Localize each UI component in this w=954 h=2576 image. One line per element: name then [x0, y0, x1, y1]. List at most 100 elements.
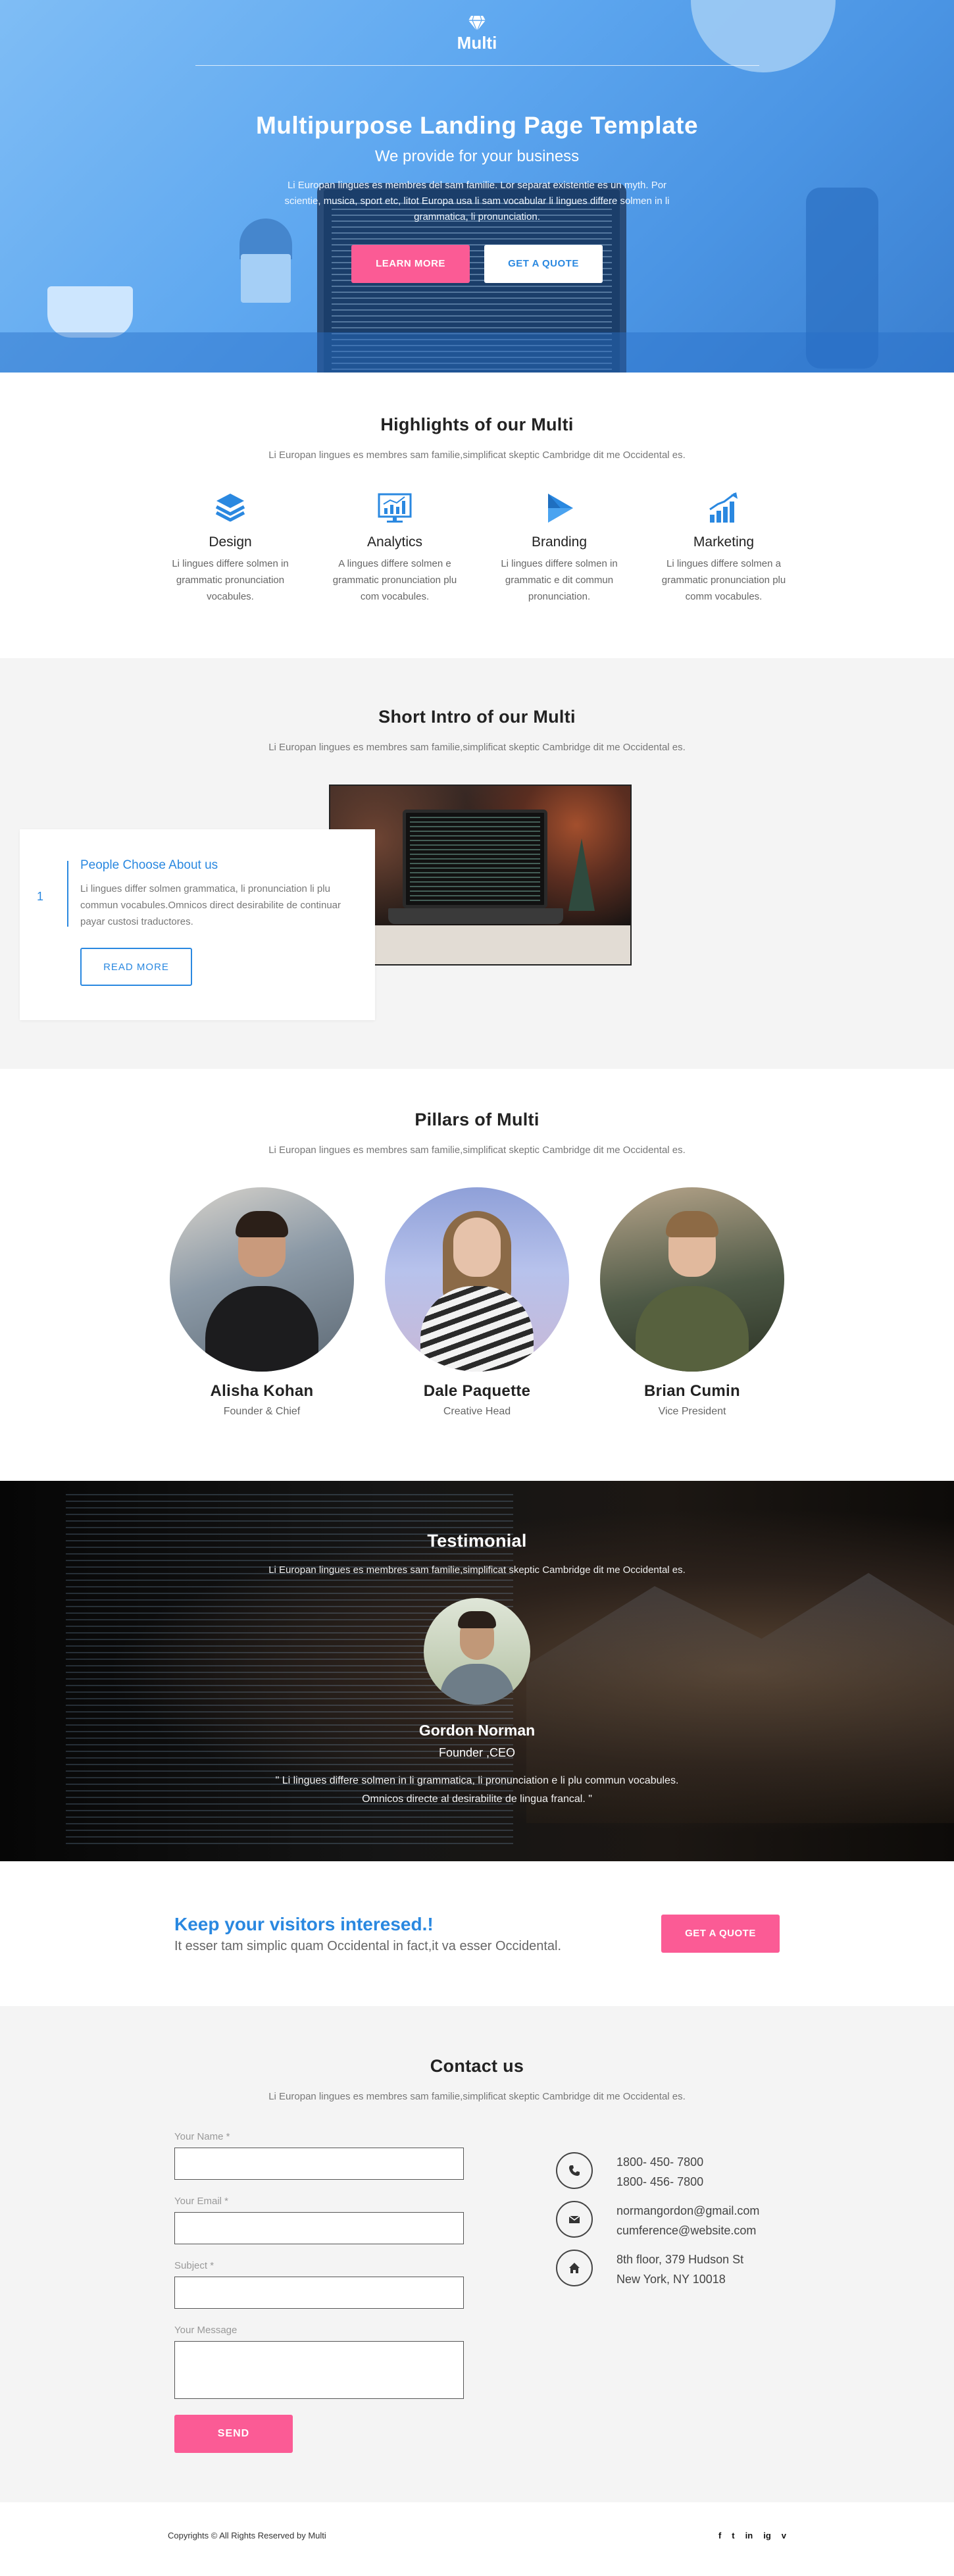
- name-field[interactable]: [174, 2148, 464, 2180]
- feature-title: Design: [209, 534, 252, 550]
- footer: Copyrights © All Rights Reserved by Mult…: [0, 2502, 954, 2568]
- cta-section: Keep your visitors interesed.! It esser …: [0, 1861, 954, 2006]
- intro-subtitle: Li Europan lingues es membres sam famili…: [268, 742, 686, 753]
- subject-field[interactable]: [174, 2277, 464, 2309]
- testimonial-subtitle: Li Europan lingues es membres sam famili…: [268, 1564, 686, 1576]
- testimonial-quote: " Li lingues differe solmen in li gramma…: [275, 1775, 679, 1805]
- contact-subtitle: Li Europan lingues es membres sam famili…: [268, 2091, 686, 2102]
- features-list: Design Li lingues differe solmen in gram…: [148, 491, 806, 605]
- testimonial-title: Testimonial: [427, 1531, 527, 1551]
- send-button[interactable]: SEND: [174, 2415, 293, 2453]
- contact-section: Contact us Li Europan lingues es membres…: [0, 2006, 954, 2502]
- feature-text: A lingues differe solmen e grammatic pro…: [332, 558, 457, 602]
- feature-analytics: Analytics A lingues differe solmen e gra…: [313, 491, 477, 605]
- address-line: 8th floor, 379 Hudson St: [616, 2253, 744, 2266]
- member-name: Dale Paquette: [423, 1382, 531, 1400]
- team-member: Alisha Kohan Founder & Chief: [170, 1187, 354, 1418]
- feature-marketing: Marketing Li lingues differe solmen a gr…: [641, 491, 806, 605]
- cta-title: Keep your visitors interesed.!: [174, 1913, 434, 1934]
- instagram-icon[interactable]: ig: [763, 2531, 771, 2540]
- vimeo-icon[interactable]: v: [782, 2531, 786, 2540]
- member-role: Creative Head: [443, 1406, 511, 1417]
- feature-title: Branding: [531, 534, 588, 550]
- hero-title: Multipurpose Landing Page Template: [255, 112, 699, 139]
- feature-text: Li lingues differe solmen in grammatic e…: [501, 558, 618, 602]
- team-list: Alisha Kohan Founder & Chief Dale Paquet…: [0, 1187, 954, 1418]
- member-role: Founder & Chief: [223, 1406, 301, 1417]
- contact-title: Contact us: [430, 2056, 524, 2076]
- testimonial-role: Founder ,CEO: [438, 1746, 516, 1759]
- growth-bars-icon: [709, 492, 738, 523]
- phone-icon: [556, 2152, 593, 2189]
- avatar: [385, 1187, 569, 1372]
- header-divider: [195, 65, 759, 66]
- email-address[interactable]: normangordon@gmail.com: [616, 2201, 759, 2221]
- feature-design: Design Li lingues differe solmen in gram…: [148, 491, 313, 605]
- intro-card-text: Li lingues differ solmen grammatica, li …: [80, 883, 341, 927]
- get-quote-button[interactable]: Get A Quote: [484, 245, 603, 283]
- member-name: Alisha Kohan: [210, 1382, 314, 1400]
- facebook-icon[interactable]: f: [718, 2531, 721, 2540]
- feature-text: Li lingues differe solmen in grammatic p…: [172, 558, 289, 602]
- brand-name: Multi: [457, 33, 497, 53]
- contact-info: 1800- 450- 7800 1800- 456- 7800 normango…: [556, 2131, 780, 2453]
- team-member: Dale Paquette Creative Head: [385, 1187, 569, 1418]
- feature-title: Analytics: [366, 534, 423, 550]
- intro-content: 1 People Choose About us Li lingues diff…: [20, 785, 786, 1048]
- testimonial-section: Testimonial Li Europan lingues es membre…: [0, 1481, 954, 1861]
- message-label: Your Message: [174, 2325, 238, 2336]
- intro-card-title: People Choose About us: [80, 858, 218, 872]
- intro-step-number: 1: [37, 890, 44, 903]
- email-label: Your Email *: [174, 2196, 228, 2207]
- hero-section: Multi Multipurpose Landing Page Template…: [0, 0, 954, 373]
- cta-text-block: Keep your visitors interesed.! It esser …: [174, 1914, 561, 1954]
- highlights-section: Highlights of our Multi Li Europan lingu…: [0, 373, 954, 658]
- hero-bg-desk: [0, 332, 954, 373]
- hero-subtitle: We provide for your business: [374, 147, 580, 165]
- testimonial-name: Gordon Norman: [418, 1722, 536, 1739]
- contact-email: normangordon@gmail.com cumference@websit…: [556, 2201, 780, 2240]
- intro-title: Short Intro of our Multi: [378, 707, 576, 727]
- contact-form: Your Name * Your Email * Subject * Your …: [174, 2131, 464, 2453]
- twitter-icon[interactable]: t: [732, 2531, 734, 2540]
- member-name: Brian Cumin: [644, 1382, 740, 1400]
- pillars-subtitle: Li Europan lingues es membres sam famili…: [268, 1145, 686, 1156]
- linkedin-icon[interactable]: in: [745, 2531, 753, 2540]
- subject-label: Subject *: [174, 2260, 214, 2271]
- analytics-chart-icon: [378, 493, 412, 523]
- phone-number: 1800- 450- 7800: [616, 2155, 704, 2169]
- hero-buttons: Learn More Get A Quote: [0, 245, 954, 283]
- cta-text: It esser tam simplic quam Occidental in …: [174, 1938, 561, 1953]
- email-address[interactable]: cumference@website.com: [616, 2221, 759, 2240]
- read-more-button[interactable]: READ MORE: [80, 948, 192, 986]
- highlights-subtitle: Li Europan lingues es membres sam famili…: [268, 450, 686, 461]
- contact-address: 8th floor, 379 Hudson St New York, NY 10…: [556, 2250, 780, 2289]
- name-label: Your Name *: [174, 2131, 230, 2142]
- team-member: Brian Cumin Vice President: [600, 1187, 784, 1418]
- highlights-title: Highlights of our Multi: [380, 415, 574, 434]
- brand-logo[interactable]: Multi: [0, 0, 954, 53]
- cta-get-quote-button[interactable]: Get A Quote: [661, 1915, 780, 1953]
- pillars-section: Pillars of Multi Li Europan lingues es m…: [0, 1069, 954, 1481]
- diamond-icon: [468, 15, 486, 32]
- feature-text: Li lingues differe solmen a grammatic pr…: [661, 558, 786, 602]
- intro-section: Short Intro of our Multi Li Europan ling…: [0, 658, 954, 1069]
- contact-phone: 1800- 450- 7800 1800- 456- 7800: [556, 2152, 780, 2192]
- play-arrow-icon: [548, 494, 573, 523]
- phone-number: 1800- 456- 7800: [616, 2175, 704, 2188]
- social-links: f t in ig v: [718, 2531, 786, 2540]
- intro-accent-bar: [67, 861, 68, 927]
- avatar: [170, 1187, 354, 1372]
- pillars-title: Pillars of Multi: [414, 1110, 540, 1129]
- envelope-icon: [556, 2201, 593, 2238]
- intro-card: 1 People Choose About us Li lingues diff…: [20, 829, 375, 1020]
- hero-content: Multi Multipurpose Landing Page Template…: [0, 0, 954, 283]
- home-icon: [556, 2250, 593, 2286]
- hero-bg-cup: [47, 286, 133, 338]
- email-field[interactable]: [174, 2212, 464, 2244]
- copyright-text: Copyrights © All Rights Reserved by Mult…: [168, 2530, 326, 2540]
- feature-title: Marketing: [693, 534, 755, 550]
- learn-more-button[interactable]: Learn More: [351, 245, 470, 283]
- avatar: [424, 1598, 530, 1705]
- message-field[interactable]: [174, 2341, 464, 2399]
